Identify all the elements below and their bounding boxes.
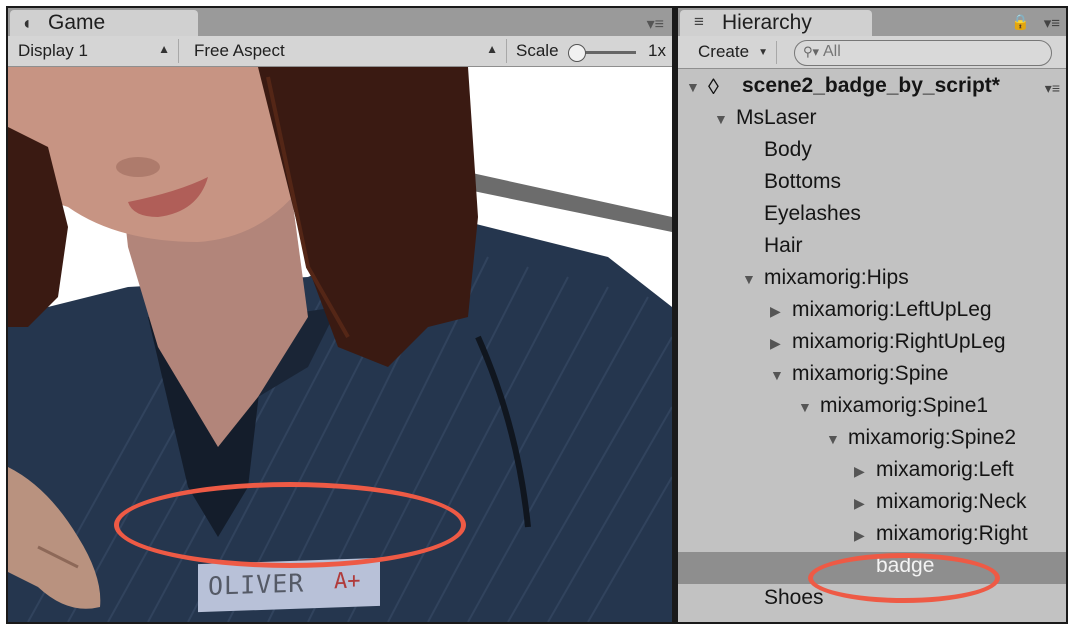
expand-arrow-icon[interactable]: ▼ xyxy=(714,111,728,127)
scale-slider-thumb[interactable] xyxy=(568,44,586,62)
hierarchy-search[interactable]: ⚲▾ xyxy=(794,40,1052,66)
collapse-arrow-icon[interactable]: ▶ xyxy=(854,463,865,480)
panel-menu-icon[interactable]: ▾≡ xyxy=(1044,14,1060,32)
game-tabbar: ◖ Game ▾≡ xyxy=(8,8,672,36)
dropdown-arrows-icon: ▲ xyxy=(486,42,498,56)
create-button-label: Create xyxy=(698,42,750,61)
aspect-dropdown-label: Free Aspect xyxy=(194,41,285,60)
expand-arrow-icon[interactable]: ▼ xyxy=(770,367,784,383)
badge-name-text: OLIVER xyxy=(208,568,305,601)
tree-item-label: mixamorig:LeftUpLeg xyxy=(792,298,992,321)
tree-item-label: mixamorig:Spine1 xyxy=(820,394,989,417)
tree-item-hair[interactable]: Hair xyxy=(678,232,1066,264)
panel-menu-icon[interactable]: ▾≡ xyxy=(647,14,664,34)
game-toolbar: Display 1 ▲ Free Aspect ▲ Scale 1x xyxy=(8,36,672,67)
hierarchy-tabbar: ≡ Hierarchy 🔒 ▾≡ xyxy=(678,8,1066,36)
tree-item-label: mixamorig:Hips xyxy=(764,266,909,289)
tree-item-leftupleg[interactable]: ▶ mixamorig:LeftUpLeg xyxy=(678,296,1066,328)
badge-grade-text: A+ xyxy=(334,568,361,595)
collapse-arrow-icon[interactable]: ▶ xyxy=(854,495,865,512)
tree-item-hips[interactable]: ▼ mixamorig:Hips xyxy=(678,264,1066,296)
unity-logo-icon: ◊ xyxy=(708,74,719,99)
scene-row[interactable]: ▼ ◊ scene2_badge_by_script* ▾≡ xyxy=(678,72,1066,104)
chevron-down-icon: ▼ xyxy=(758,47,768,58)
aspect-dropdown[interactable]: Free Aspect ▲ xyxy=(186,39,507,63)
tree-item-rightupleg[interactable]: ▶ mixamorig:RightUpLeg xyxy=(678,328,1066,360)
hierarchy-panel: ≡ Hierarchy 🔒 ▾≡ Create ▼ ⚲▾ ▼ ◊ scene2_… xyxy=(678,8,1066,622)
highlight-ring-badge xyxy=(114,482,466,568)
tree-item-spine1[interactable]: ▼ mixamorig:Spine1 xyxy=(678,392,1066,424)
tree-item-label: Body xyxy=(764,138,812,161)
hierarchy-toolbar: Create ▼ ⚲▾ xyxy=(678,36,1066,69)
hierarchy-tab-label: Hierarchy xyxy=(722,11,812,34)
expand-arrow-icon[interactable]: ▼ xyxy=(798,399,812,415)
tree-item-label: Hair xyxy=(764,234,803,257)
expand-arrow-icon[interactable]: ▼ xyxy=(826,431,840,447)
display-dropdown[interactable]: Display 1 ▲ xyxy=(10,39,179,63)
tree-item-bottoms[interactable]: Bottoms xyxy=(678,168,1066,200)
scene-name: scene2_badge_by_script* xyxy=(742,74,1000,97)
lock-icon[interactable]: 🔒 xyxy=(1011,13,1030,31)
scene-menu-icon[interactable]: ▾≡ xyxy=(1045,80,1060,97)
expand-arrow-icon[interactable]: ▼ xyxy=(686,79,700,95)
tree-item-label: mixamorig:Left xyxy=(876,458,1014,481)
tree-item-spine[interactable]: ▼ mixamorig:Spine xyxy=(678,360,1066,392)
tree-item-label: Eyelashes xyxy=(764,202,861,225)
search-input[interactable] xyxy=(823,42,1043,62)
tree-item-label: mixamorig:Spine2 xyxy=(848,426,1017,449)
collapse-arrow-icon[interactable]: ▶ xyxy=(854,527,865,544)
tree-item-label: Shoes xyxy=(764,586,824,609)
game-tab[interactable]: ◖ Game xyxy=(10,10,198,36)
pacman-icon: ◖ xyxy=(21,13,32,33)
scale-label: Scale xyxy=(516,41,559,60)
create-button[interactable]: Create ▼ xyxy=(688,41,777,64)
tree-item-body[interactable]: Body xyxy=(678,136,1066,168)
highlight-ring-badge-row xyxy=(808,553,1000,603)
game-tab-label: Game xyxy=(48,11,106,34)
tree-item-left[interactable]: ▶ mixamorig:Left xyxy=(678,456,1066,488)
tree-item-label: Bottoms xyxy=(764,170,842,193)
collapse-arrow-icon[interactable]: ▶ xyxy=(770,303,781,320)
collapse-arrow-icon[interactable]: ▶ xyxy=(770,335,781,352)
dropdown-arrows-icon: ▲ xyxy=(158,42,170,56)
tree-item-eyelashes[interactable]: Eyelashes xyxy=(678,200,1066,232)
tree-item-right[interactable]: ▶ mixamorig:Right xyxy=(678,520,1066,552)
tree-item-neck[interactable]: ▶ mixamorig:Neck xyxy=(678,488,1066,520)
tree-item-label: mixamorig:Right xyxy=(876,522,1028,545)
game-panel: ◖ Game ▾≡ Display 1 ▲ Free Aspect ▲ Scal… xyxy=(8,8,672,622)
tree-item-label: MsLaser xyxy=(736,106,817,129)
search-icon: ⚲▾ xyxy=(803,44,820,59)
list-icon: ≡ xyxy=(694,12,704,31)
tree-item-label: mixamorig:Spine xyxy=(792,362,949,385)
display-dropdown-label: Display 1 xyxy=(18,41,88,60)
expand-arrow-icon[interactable]: ▼ xyxy=(742,271,756,287)
tree-item-label: mixamorig:Neck xyxy=(876,490,1027,513)
hierarchy-tab[interactable]: ≡ Hierarchy xyxy=(680,10,872,36)
tree-item-label: mixamorig:RightUpLeg xyxy=(792,330,1006,353)
scale-value: 1x xyxy=(648,41,666,60)
tree-item-mslaser[interactable]: ▼ MsLaser xyxy=(678,104,1066,136)
tree-item-spine2[interactable]: ▼ mixamorig:Spine2 xyxy=(678,424,1066,456)
